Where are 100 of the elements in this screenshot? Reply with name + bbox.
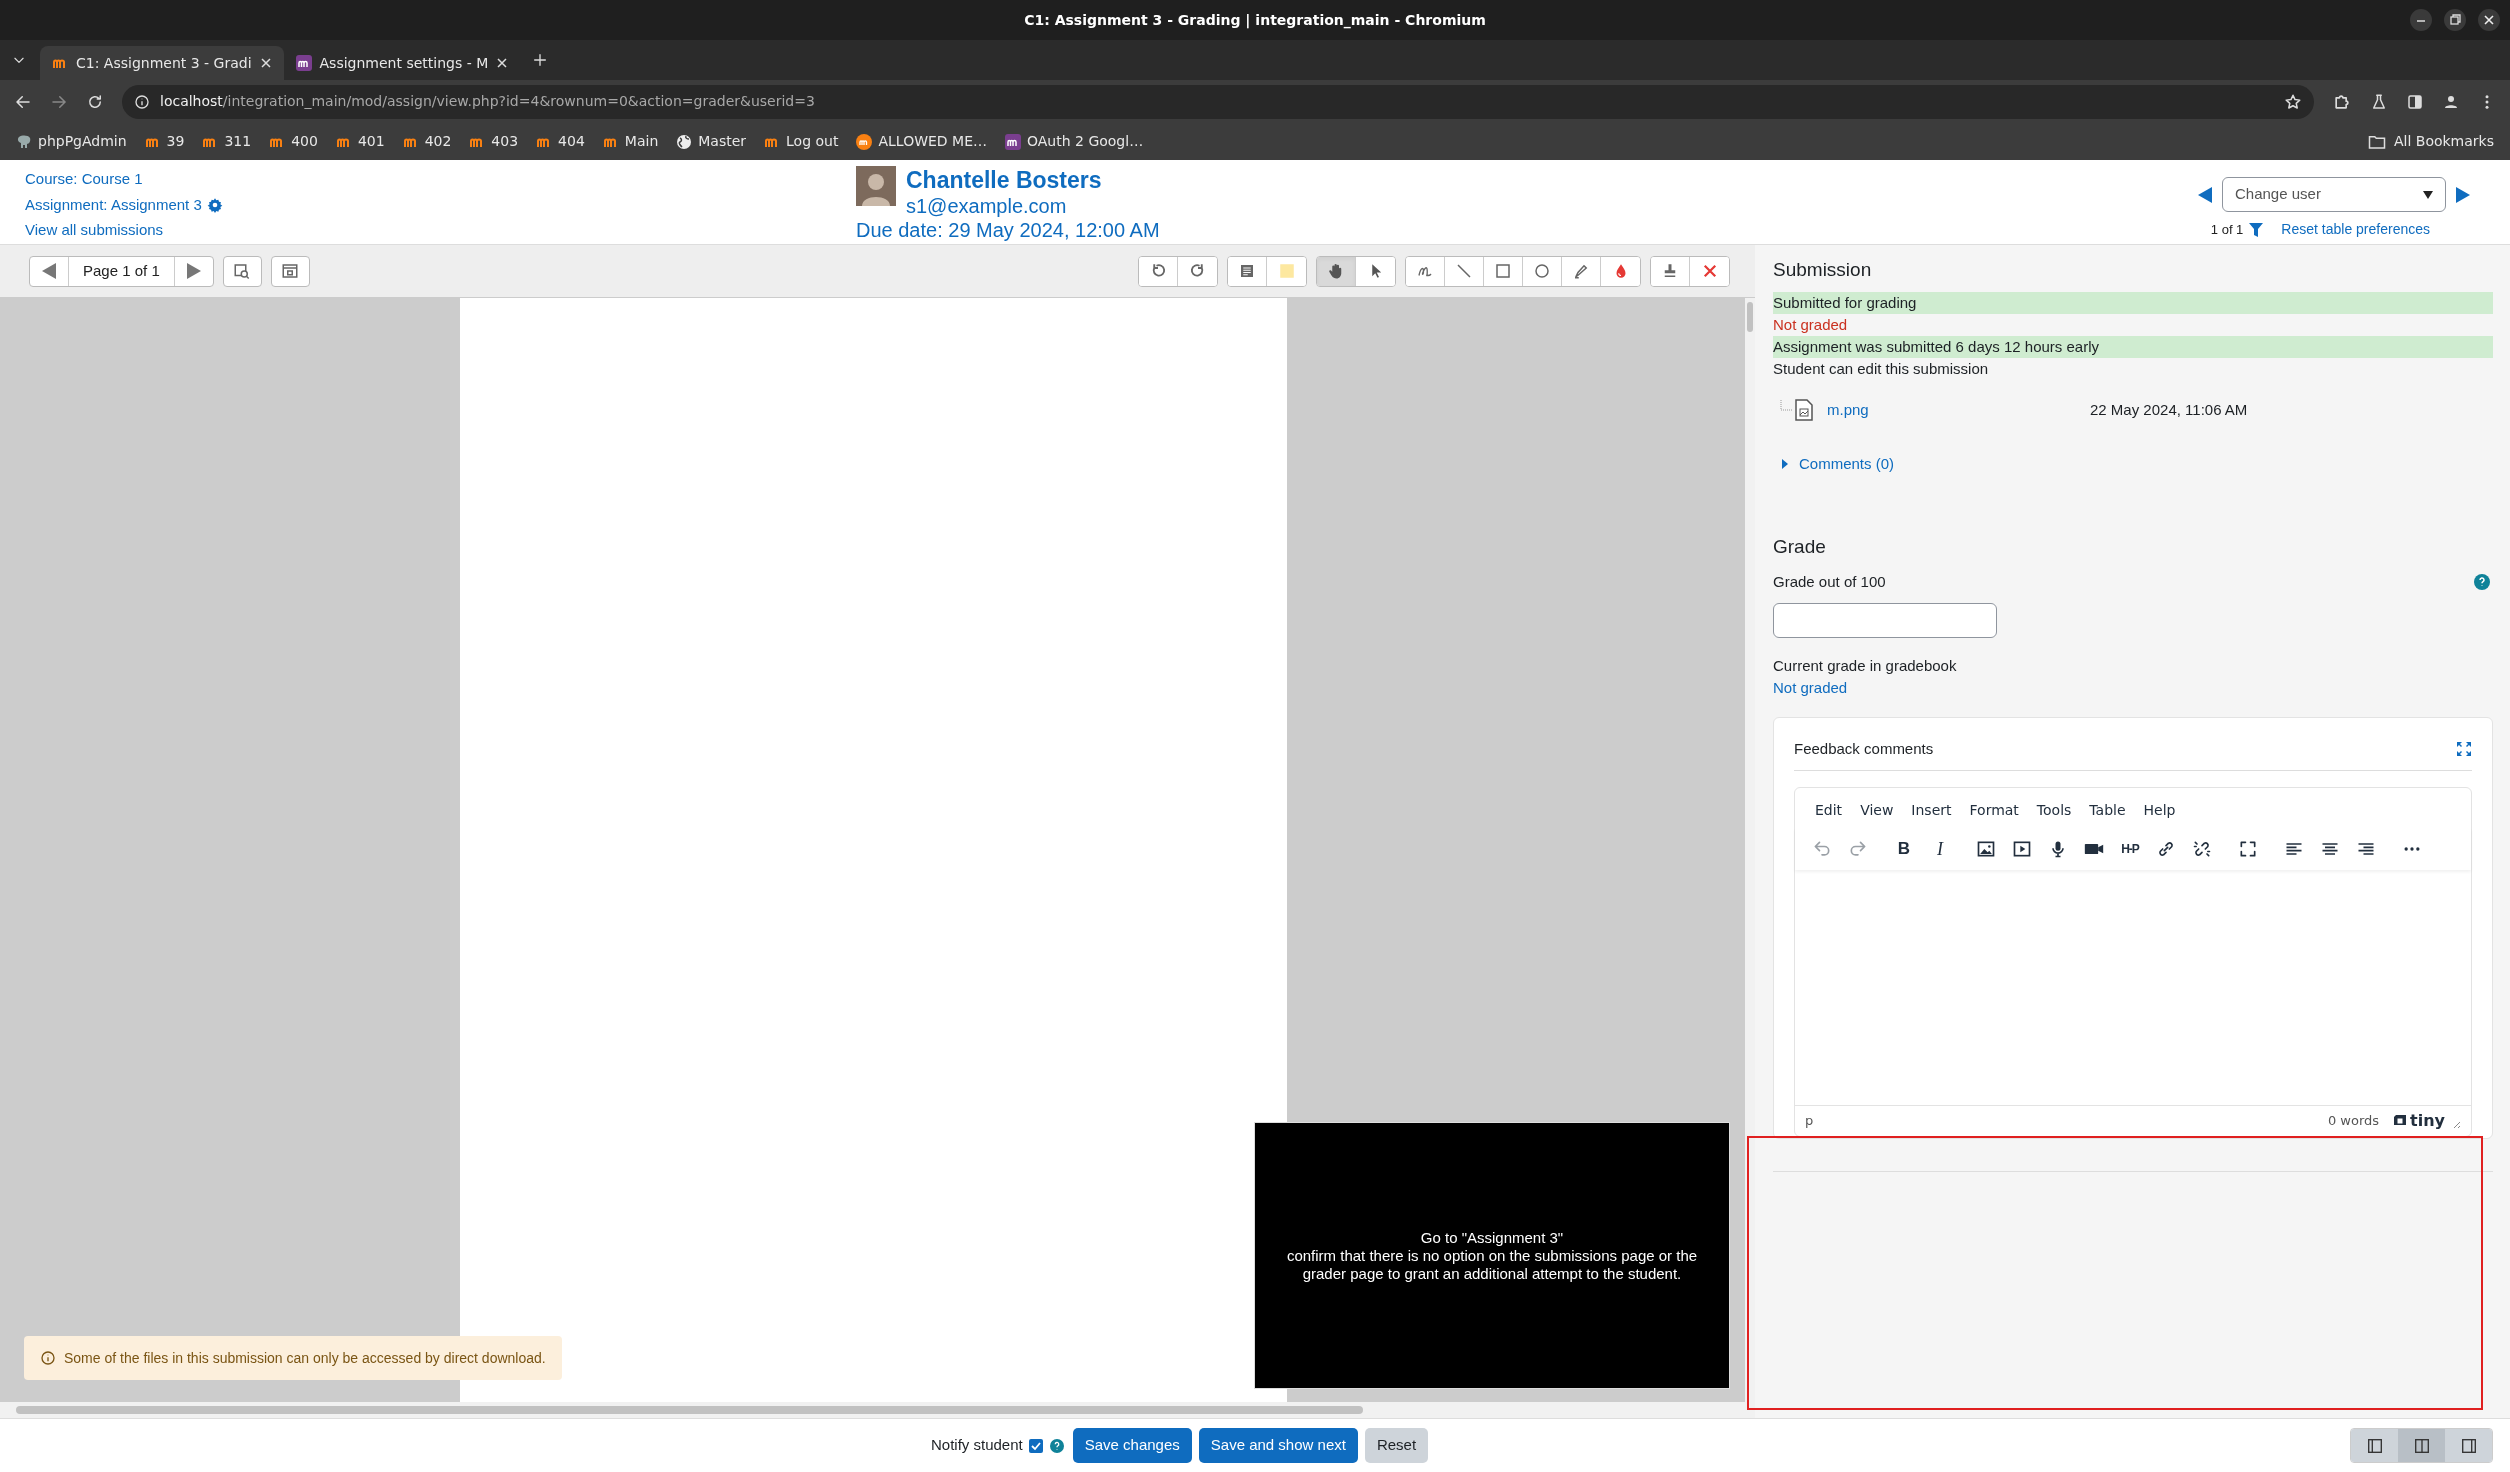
search-comments-button[interactable] [222, 255, 262, 287]
annotation-tool-button[interactable] [1651, 256, 1690, 286]
previous-user-icon[interactable] [2198, 186, 2212, 203]
annotation-tool-button[interactable] [1228, 256, 1267, 286]
bookmark[interactable]: 400 [269, 131, 318, 152]
elephant-icon [16, 133, 32, 150]
bookmark[interactable]: 401 [335, 131, 385, 152]
address-field[interactable]: localhost/integration_main/mod/assign/view.php?id=4&rownum=0&action=grader&userid=3 [122, 84, 2314, 119]
bookmark[interactable]: ALLOWED ME… [856, 131, 987, 152]
layout-toggle-button[interactable] [2445, 1429, 2492, 1462]
arch-logo-icon [295, 55, 312, 71]
image-file-icon [1795, 399, 1813, 421]
reload-icon[interactable] [86, 92, 104, 111]
editor-menu-item[interactable]: Insert [1911, 799, 1952, 821]
section-heading: Submission [1773, 258, 1873, 282]
notify-checkbox[interactable] [1028, 1438, 1043, 1453]
panel-layout-icon [2365, 1436, 2384, 1455]
form-button[interactable]: Save changes [1072, 1428, 1192, 1463]
window-title: C1: Assignment 3 - Grading | integration_main - Chromium [1024, 10, 1486, 31]
form-button[interactable]: Reset [1364, 1428, 1429, 1463]
editor-menu-item[interactable]: Table [2089, 799, 2126, 821]
swatch-icon [1277, 262, 1296, 280]
editor-menu-item[interactable]: Format [1969, 799, 2019, 821]
fullscreen-icon [2238, 839, 2258, 859]
browser-tab[interactable]: Assignment settings - M [283, 46, 521, 80]
bookmark[interactable]: Main [602, 131, 659, 152]
bookmark[interactable]: 311 [202, 131, 252, 152]
form-button[interactable]: Save and show next [1198, 1428, 1358, 1463]
sidebar-icon[interactable] [2406, 92, 2424, 111]
previous-icon [42, 263, 56, 279]
editor-menu-item[interactable]: Help [2143, 799, 2176, 821]
editor-menu-item[interactable]: View [1860, 799, 1894, 821]
view-all-submissions-link[interactable]: View all submissions [25, 221, 164, 238]
caption-text: confirm that there is no option on the submissions page or the [1286, 1246, 1698, 1265]
user-pager: 1 of 1 [2210, 220, 2244, 239]
user-email-link[interactable]: s1@example.com [906, 194, 1102, 218]
layout-toggle-button[interactable] [2398, 1429, 2445, 1462]
bookmark[interactable]: Log out [764, 131, 839, 152]
expand-button[interactable] [270, 255, 310, 287]
editor-menu-item[interactable]: Edit [1815, 799, 1843, 821]
bookmark[interactable]: 403 [469, 131, 519, 152]
checkmark-icon [1030, 1440, 1041, 1451]
close-icon[interactable] [2478, 9, 2500, 31]
annotation-tool-button[interactable] [1317, 256, 1356, 286]
resize-handle-icon[interactable] [2451, 1119, 2461, 1129]
editor-menu-item[interactable]: Tools [2036, 799, 2072, 821]
submission-status: Not graded [1773, 315, 1849, 335]
tab-title: C1: Assignment 3 - Gradi [76, 53, 252, 73]
filter-icon[interactable] [2249, 222, 2264, 237]
scrollbar[interactable] [0, 1402, 1755, 1418]
user-name-link[interactable]: Chantelle Bosters [906, 166, 1102, 194]
help-icon[interactable] [2474, 574, 2490, 590]
star-icon[interactable] [2284, 92, 2302, 111]
next-user-icon[interactable] [2456, 186, 2470, 203]
bookmark[interactable]: 39 [144, 131, 185, 152]
info-icon [40, 1350, 56, 1366]
section-heading: Grade [1773, 535, 1827, 559]
current-grade-link[interactable]: Not graded [1773, 679, 1848, 696]
restore-icon[interactable] [2444, 9, 2466, 31]
change-user-dropdown[interactable]: Change user [2222, 177, 2446, 212]
file-link[interactable]: m.png [1827, 398, 2090, 422]
editor-tool-button[interactable]: B [1889, 834, 1919, 864]
circle-icon [1533, 262, 1551, 280]
rectangle-icon [1494, 262, 1512, 280]
annotation-tool-button[interactable] [1139, 256, 1178, 286]
browser-tab[interactable]: C1: Assignment 3 - Gradi [40, 46, 284, 80]
expand-icon[interactable] [2456, 741, 2472, 757]
brand-name: tiny [2410, 1110, 2445, 1132]
plus-icon[interactable] [532, 52, 549, 68]
grade-label: Grade out of 100 [1773, 571, 1886, 592]
undo-icon [1812, 839, 1832, 859]
editor-tool-button[interactable]: H-P [2115, 834, 2145, 864]
help-icon[interactable] [1049, 1438, 1064, 1453]
close-icon[interactable] [259, 57, 272, 69]
bookmark[interactable]: Master [676, 131, 747, 152]
scrollbar[interactable] [1744, 298, 1755, 1402]
assignment-link[interactable]: Assignment: Assignment 3 [25, 193, 202, 216]
note-icon [1238, 262, 1256, 280]
close-icon[interactable] [496, 57, 509, 69]
current-grade-label: Current grade in gradebook [1773, 656, 1958, 676]
bookmark[interactable]: phpPgAdmin [16, 131, 127, 152]
bookmark[interactable]: OAuth 2 Googl… [1005, 131, 1144, 152]
bookmark[interactable]: 402 [402, 131, 452, 152]
editor-tool-button[interactable]: I [1925, 834, 1955, 864]
minimize-icon[interactable] [2410, 9, 2432, 31]
flask-icon[interactable] [2370, 92, 2388, 111]
layout-toggle-button[interactable] [2351, 1429, 2398, 1462]
bookmark[interactable]: 404 [536, 131, 585, 152]
settings-icon[interactable] [206, 196, 223, 213]
caption-text: Go to "Assignment 3" [1420, 1228, 1564, 1247]
arch-logo-icon [1005, 133, 1021, 150]
grade-input[interactable] [1773, 603, 1997, 638]
annotation-tool-button[interactable] [1406, 256, 1445, 286]
course-link[interactable]: Course: Course 1 [25, 170, 143, 187]
user-avatar [856, 166, 896, 206]
notice-text: Some of the files in this submission can only be accessed by direct download. [64, 1348, 546, 1368]
comments-toggle[interactable]: Comments (0) [1781, 452, 2493, 476]
reset-table-preferences-link[interactable]: Reset table preferences [2281, 219, 2430, 240]
notify-student-label: Notify student [931, 1435, 1023, 1456]
all-bookmarks-button[interactable]: All Bookmarks [2367, 131, 2494, 152]
